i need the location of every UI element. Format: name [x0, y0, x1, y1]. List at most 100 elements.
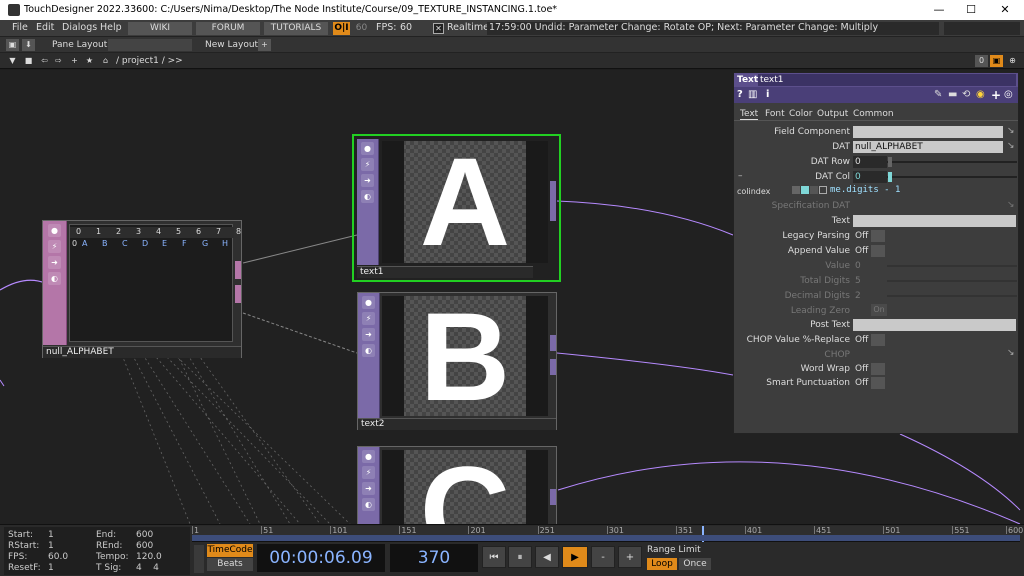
tempo-value[interactable]: 120.0: [136, 552, 162, 562]
lock-flag-icon[interactable]: ⚡: [361, 158, 374, 171]
expr-mode-icon-2[interactable]: [801, 186, 809, 194]
display-flag-icon[interactable]: ➜: [362, 328, 375, 341]
stop-icon[interactable]: ■: [22, 55, 35, 67]
node-name[interactable]: text2: [358, 418, 556, 430]
tutorials-button[interactable]: TUTORIALS: [264, 22, 328, 35]
forum-button[interactable]: FORUM: [196, 22, 260, 35]
leading-zero-toggle[interactable]: On: [871, 304, 887, 316]
menu-help[interactable]: Help: [100, 22, 122, 33]
dat-arrow-icon[interactable]: ↘: [1007, 141, 1015, 151]
smart-punct-toggle[interactable]: [871, 377, 885, 389]
star-icon[interactable]: ★: [83, 55, 96, 67]
tab-output[interactable]: Output: [817, 109, 848, 119]
output-connector[interactable]: [550, 335, 556, 351]
expr-mode-icon-1[interactable]: [792, 186, 800, 194]
new-layout-button[interactable]: +: [258, 39, 271, 51]
dat-row-input[interactable]: 0: [853, 156, 887, 168]
viewer-flag-icon[interactable]: ◐: [362, 498, 375, 511]
tab-color[interactable]: Color: [789, 109, 813, 119]
menu-arrow-icon[interactable]: ▼: [6, 55, 19, 67]
dat-col-input[interactable]: 0: [853, 171, 887, 183]
info-icon[interactable]: i: [766, 89, 769, 100]
rewind-button[interactable]: ⏮: [482, 546, 506, 568]
play-backward-button[interactable]: ◀: [535, 546, 559, 568]
end-value[interactable]: 600: [136, 530, 153, 540]
wiki-button[interactable]: WIKI: [128, 22, 192, 35]
output-connector[interactable]: [235, 261, 241, 279]
null-alphabet-node[interactable]: ● ⚡ ➜ ◐ 0 1 2 3 4 5 6 7 8 0A B C D E F G H null_ALPHABE…: [42, 220, 242, 358]
legacy-toggle[interactable]: [871, 230, 885, 242]
bypass-flag-icon[interactable]: ●: [48, 224, 61, 237]
viewer-flag-icon[interactable]: ◐: [362, 344, 375, 357]
append-toggle[interactable]: [871, 245, 885, 257]
dat-col-slider-handle[interactable]: [888, 172, 892, 182]
comment-icon[interactable]: ▬: [948, 89, 957, 100]
fps-value[interactable]: 60.0: [48, 552, 68, 562]
display-flag-icon[interactable]: ➜: [362, 482, 375, 495]
viewer-toggle-icon[interactable]: ▣: [990, 55, 1003, 67]
minimize-button[interactable]: —: [924, 2, 954, 18]
forward-icon[interactable]: ⇨: [52, 55, 65, 67]
beats-toggle[interactable]: Beats: [207, 558, 253, 571]
add-icon[interactable]: +: [991, 88, 1001, 102]
rstart-value[interactable]: 1: [48, 541, 54, 551]
perform-toggle[interactable]: O|I: [333, 22, 350, 35]
colindex-expression[interactable]: me.digits - 1: [830, 185, 900, 195]
op-name-field[interactable]: text1: [758, 74, 1016, 86]
play-forward-button[interactable]: ▶: [562, 546, 588, 568]
post-text-input[interactable]: [853, 319, 1016, 331]
download-icon[interactable]: ⬇: [22, 39, 35, 51]
help-icon[interactable]: ?: [737, 89, 743, 100]
bypass-flag-icon[interactable]: ●: [361, 142, 374, 155]
node-name[interactable]: text1: [357, 266, 533, 278]
rend-value[interactable]: 600: [136, 541, 153, 551]
timeline-handle[interactable]: [194, 545, 204, 573]
text1-node[interactable]: ● ⚡ ➜ ◐ A text1: [352, 133, 561, 282]
output-connector-2[interactable]: [550, 359, 556, 375]
expr-mode-icon-3[interactable]: [810, 186, 818, 194]
lock-flag-icon[interactable]: ⚡: [362, 466, 375, 479]
output-connector-2[interactable]: [235, 285, 241, 303]
info-dat-icon[interactable]: ▥: [748, 89, 757, 100]
field-component-input[interactable]: [853, 126, 1003, 138]
edit-icon[interactable]: ✎: [934, 89, 942, 100]
refresh-icon[interactable]: ⟲: [962, 89, 970, 100]
display-flag-icon[interactable]: ➜: [48, 256, 61, 269]
frame-display[interactable]: 370: [390, 544, 478, 572]
viewer-flag-icon[interactable]: ◐: [361, 190, 374, 203]
output-connector[interactable]: [550, 181, 556, 221]
tab-common[interactable]: Common: [853, 109, 894, 119]
python-icon[interactable]: ◉: [976, 89, 985, 100]
menu-edit[interactable]: Edit: [36, 22, 54, 33]
text3-node[interactable]: ● ⚡ ➜ ◐ C: [357, 446, 557, 524]
close-button[interactable]: ✕: [990, 2, 1020, 18]
tab-text[interactable]: Text: [740, 109, 759, 120]
step-forward-button[interactable]: +: [618, 546, 642, 568]
viewer-flag-icon[interactable]: ◐: [48, 272, 61, 285]
value-slider[interactable]: [887, 265, 1017, 267]
target-icon[interactable]: ◎: [1004, 89, 1013, 100]
loop-toggle[interactable]: Loop: [647, 558, 677, 570]
bypass-flag-icon[interactable]: ●: [362, 450, 375, 463]
bypass-flag-icon[interactable]: ●: [362, 296, 375, 309]
home-icon[interactable]: ⌂: [99, 55, 112, 67]
dat-row-slider-handle[interactable]: [888, 157, 892, 167]
total-digits-slider[interactable]: [887, 280, 1017, 282]
expr-mode-icon-4[interactable]: [819, 186, 827, 194]
once-toggle[interactable]: Once: [679, 558, 711, 570]
field-component-arrow-icon[interactable]: ↘: [1007, 126, 1015, 136]
pane-icon[interactable]: ▣: [6, 39, 19, 51]
text-input[interactable]: [853, 215, 1016, 227]
menu-file[interactable]: File: [12, 22, 28, 33]
timecode-toggle[interactable]: TimeCode: [207, 544, 253, 557]
spec-dat-arrow-icon[interactable]: ↘: [1007, 200, 1015, 210]
node-name[interactable]: null_ALPHABET: [43, 346, 241, 358]
tab-font[interactable]: Font: [765, 109, 785, 119]
chop-replace-toggle[interactable]: [871, 334, 885, 346]
text2-node[interactable]: ● ⚡ ➜ ◐ B text2: [357, 288, 557, 430]
word-wrap-toggle[interactable]: [871, 363, 885, 375]
network-path[interactable]: / project1 / >>: [116, 56, 183, 66]
dat-row-slider[interactable]: [887, 161, 1017, 163]
chop-arrow-icon[interactable]: ↘: [1007, 348, 1015, 358]
lock-flag-icon[interactable]: ⚡: [48, 240, 61, 253]
